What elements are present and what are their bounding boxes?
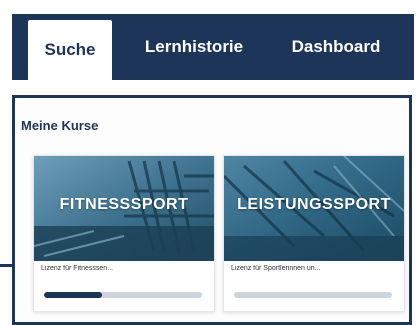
course-subtitle: Lizenz für Fitnesssen... (41, 265, 113, 272)
course-progress-bar (234, 292, 392, 298)
course-subtitle: Lizenz für Sportlerinnen un... (231, 265, 321, 272)
top-navigation: Suche Lernhistorie Dashboard (12, 14, 414, 80)
course-image-title: FITNESSSPORT (59, 196, 189, 213)
course-progress-bar (44, 292, 202, 298)
course-card-leistungssport[interactable]: LEISTUNGSSPORT Lizenz für Sportlerinnen … (223, 155, 405, 312)
tab-lernhistorie[interactable]: Lernhistorie (132, 14, 256, 80)
tab-suche[interactable]: Suche (28, 20, 112, 80)
course-progress-fill (44, 292, 103, 298)
course-image-fitnesssport: FITNESSSPORT (34, 156, 214, 261)
course-image-leistungssport: LEISTUNGSSPORT (224, 156, 404, 261)
section-title: Meine Kurse (21, 118, 99, 133)
course-image-title: LEISTUNGSSPORT (237, 196, 391, 213)
tab-label-suche: Suche (44, 40, 96, 59)
tab-label-lernhistorie: Lernhistorie (144, 37, 244, 56)
my-courses-panel: Meine Kurse FITNESSSPORT Lizenz für Fitn… (12, 95, 412, 325)
tab-dashboard[interactable]: Dashboard (276, 14, 396, 80)
tab-label-dashboard: Dashboard (291, 37, 381, 56)
course-card-fitnesssport[interactable]: FITNESSSPORT Lizenz für Fitnesssen... (33, 155, 215, 312)
